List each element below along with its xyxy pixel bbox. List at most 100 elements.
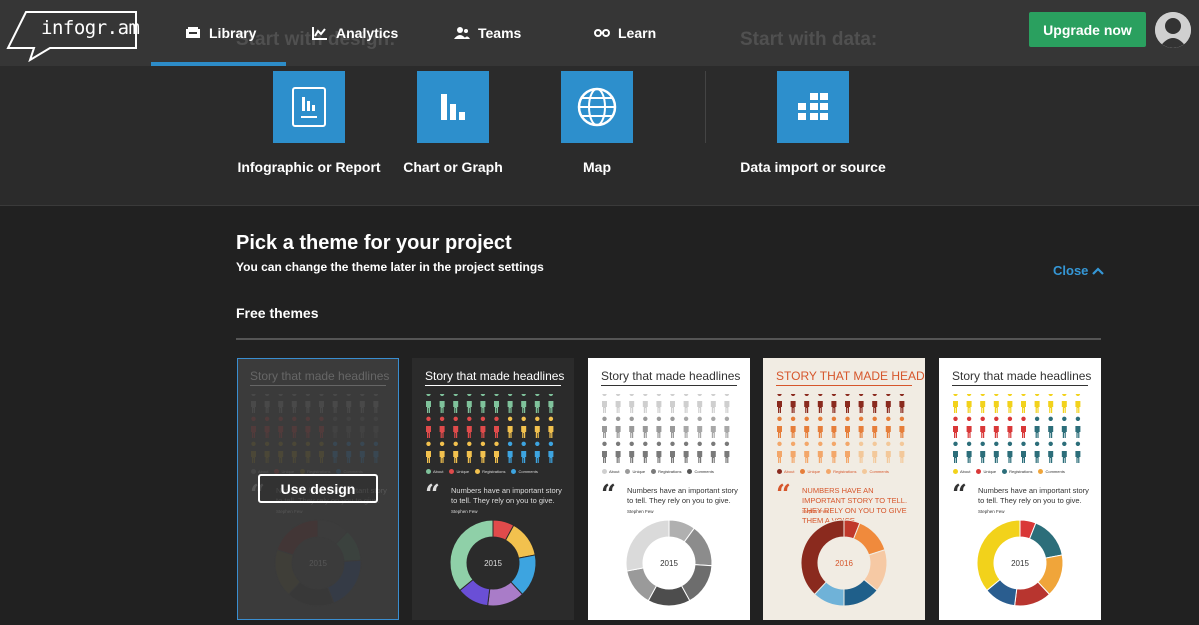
nav-analytics[interactable]: Analytics — [312, 0, 398, 66]
legend-item: Registrations — [475, 469, 505, 474]
person-icon — [724, 441, 730, 463]
person-icon — [439, 394, 445, 413]
person-icon — [494, 416, 499, 438]
logo[interactable]: infogr.am — [6, 10, 140, 62]
legend-item: About — [953, 469, 970, 474]
person-icon — [1048, 441, 1054, 463]
quote-text: Numbers have an important story to tell.… — [451, 486, 562, 505]
person-icon — [507, 416, 513, 438]
close-label: Close — [1053, 263, 1089, 278]
report-icon — [292, 87, 326, 127]
nav-label: Analytics — [336, 25, 399, 41]
theme-card[interactable]: Story that made headlinesAboutUniqueRegi… — [939, 358, 1101, 620]
person-icon — [724, 416, 730, 438]
tile-label: Data import or source — [740, 159, 886, 175]
donut-slice — [800, 519, 845, 596]
upgrade-button[interactable]: Upgrade now — [1029, 12, 1146, 47]
legend-dot — [426, 469, 431, 474]
person-icon — [1034, 394, 1040, 413]
person-icon — [521, 441, 527, 463]
person-icon — [507, 441, 513, 463]
theme-card[interactable]: STORY THAT MADE HEADLINES About Unique Regi… — [763, 358, 925, 620]
legend-dot — [687, 469, 693, 474]
person-icon — [439, 416, 445, 438]
ghost-heading-data: Start with data: — [740, 29, 878, 50]
avatar[interactable] — [1155, 12, 1191, 48]
person-icon — [480, 441, 486, 463]
person-icon — [656, 441, 662, 463]
person-icon — [872, 441, 878, 463]
person-icon — [817, 441, 823, 463]
legend-dot — [602, 469, 607, 474]
person-icon — [966, 394, 972, 413]
person-icon — [426, 416, 431, 438]
quote-author: Stephen Few — [627, 509, 654, 514]
legend-dot — [953, 469, 958, 474]
person-icon — [993, 394, 999, 413]
person-icon — [831, 416, 837, 438]
person-icon — [548, 394, 554, 413]
use-design-button[interactable]: Use design — [258, 474, 378, 503]
person-icon — [439, 441, 445, 463]
legend-dot — [625, 469, 631, 474]
person-icon — [1075, 394, 1081, 413]
donut-slice — [852, 522, 886, 556]
person-icon — [426, 441, 431, 463]
quote-mark-icon: “ — [776, 480, 791, 510]
legend-item: Unique — [625, 469, 645, 474]
donut-slice — [976, 519, 1021, 592]
close-link[interactable]: Close — [1053, 263, 1105, 278]
person-icon — [885, 416, 891, 438]
person-icon — [858, 416, 864, 438]
theme-card[interactable]: Story that made headlinesAboutUniqueRegi… — [588, 358, 750, 620]
tile-infographic[interactable] — [273, 71, 345, 143]
person-icon — [656, 416, 662, 438]
logo-text: infogr.am — [41, 17, 140, 39]
nav-teams[interactable]: Teams — [454, 0, 521, 66]
theme-card[interactable]: Story that made headlinesAboutUniqueRegi… — [237, 358, 399, 620]
donut-center-label: 2015 — [660, 559, 678, 568]
theme-card-rule — [425, 385, 561, 386]
person-icon — [1061, 394, 1067, 413]
person-icon — [548, 441, 554, 463]
legend: About Unique Registrations Comments — [602, 469, 714, 474]
person-icon — [1048, 394, 1054, 413]
quote-mark-icon: “ — [425, 480, 440, 510]
person-icon — [453, 416, 459, 438]
person-icon — [466, 394, 472, 413]
person-icon — [1007, 441, 1013, 463]
theme-card-rule — [952, 385, 1088, 386]
legend-item: Unique — [800, 469, 820, 474]
person-icon — [507, 394, 513, 413]
person-icon — [980, 394, 986, 413]
person-icon — [872, 394, 878, 413]
nav-label: Teams — [478, 25, 522, 41]
person-icon — [683, 416, 689, 438]
legend-dot — [777, 469, 782, 474]
tile-data-import[interactable] — [777, 71, 849, 143]
person-icon — [858, 394, 864, 413]
tile-map[interactable] — [561, 71, 633, 143]
people-pictogram — [953, 394, 1081, 463]
person-icon — [1007, 394, 1013, 413]
nav-learn[interactable]: Learn — [594, 0, 656, 66]
donut-chart: 2016 — [800, 519, 888, 607]
library-icon — [185, 25, 201, 41]
person-icon — [697, 441, 703, 463]
person-icon — [993, 416, 999, 438]
person-icon — [629, 394, 635, 413]
legend-dot — [826, 469, 832, 474]
theme-card[interactable]: Story that made headlinesAboutUniqueRegi… — [412, 358, 574, 620]
person-icon — [1075, 416, 1081, 438]
legend-dot — [651, 469, 657, 474]
legend-item: Comments — [687, 469, 714, 474]
legend-item: Unique — [449, 469, 469, 474]
nav-library[interactable]: Library — [185, 0, 256, 66]
nav-label: Library — [209, 25, 257, 41]
person-icon — [480, 394, 486, 413]
person-icon — [480, 416, 486, 438]
analytics-icon — [312, 25, 328, 41]
page-subtitle: You can change the theme later in the pr… — [236, 260, 544, 274]
person-icon — [1034, 416, 1040, 438]
tile-chart[interactable] — [417, 71, 489, 143]
